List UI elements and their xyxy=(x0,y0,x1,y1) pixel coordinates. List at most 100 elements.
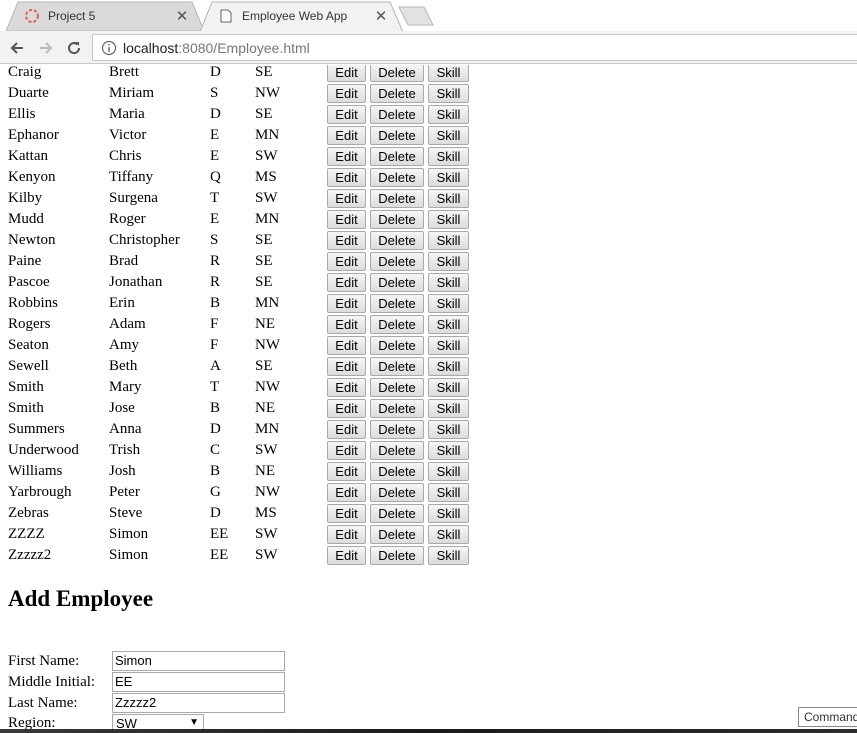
edit-button[interactable]: Edit xyxy=(327,483,366,502)
first-name-cell: Peter xyxy=(109,484,140,500)
skill-button[interactable]: Skill xyxy=(428,84,469,103)
last-name-cell: Yarbrough xyxy=(8,484,72,500)
skill-button[interactable]: Skill xyxy=(428,189,469,208)
edit-button[interactable]: Edit xyxy=(327,525,366,544)
skill-button[interactable]: Skill xyxy=(428,441,469,460)
edit-button[interactable]: Edit xyxy=(327,399,366,418)
delete-button[interactable]: Delete xyxy=(370,273,424,292)
last-name-field[interactable]: Zzzzz2 xyxy=(112,693,285,713)
edit-button[interactable]: Edit xyxy=(327,252,366,271)
edit-button[interactable]: Edit xyxy=(327,168,366,187)
reload-icon[interactable] xyxy=(63,37,85,59)
edit-button[interactable]: Edit xyxy=(327,357,366,376)
skill-button[interactable]: Skill xyxy=(428,525,469,544)
skill-button[interactable]: Skill xyxy=(428,168,469,187)
tab-close-icon[interactable]: ✕ xyxy=(371,7,391,25)
middle-initial-field[interactable]: EE xyxy=(112,672,285,692)
skill-button[interactable]: Skill xyxy=(428,504,469,523)
edit-button[interactable]: Edit xyxy=(327,210,366,229)
delete-button[interactable]: Delete xyxy=(370,504,424,523)
skill-button[interactable]: Skill xyxy=(428,357,469,376)
skill-button[interactable]: Skill xyxy=(428,378,469,397)
delete-button[interactable]: Delete xyxy=(370,168,424,187)
address-bar[interactable]: localhost:8080/Employee.html xyxy=(92,34,857,61)
table-row: Rogers Adam F NE Edit Delete Skill xyxy=(0,314,500,335)
edit-button[interactable]: Edit xyxy=(327,65,366,82)
delete-button[interactable]: Delete xyxy=(370,231,424,250)
tab-strip: Project 5 ✕ Employee Web App ✕ xyxy=(0,0,857,32)
skill-button[interactable]: Skill xyxy=(428,483,469,502)
edit-button[interactable]: Edit xyxy=(327,294,366,313)
skill-button[interactable]: Skill xyxy=(428,420,469,439)
edit-button[interactable]: Edit xyxy=(327,273,366,292)
edit-button[interactable]: Edit xyxy=(327,420,366,439)
delete-button[interactable]: Delete xyxy=(370,189,424,208)
delete-button[interactable]: Delete xyxy=(370,294,424,313)
delete-button[interactable]: Delete xyxy=(370,84,424,103)
first-name-field[interactable]: Simon xyxy=(112,651,285,671)
edit-button[interactable]: Edit xyxy=(327,336,366,355)
edit-button[interactable]: Edit xyxy=(327,546,366,565)
new-tab-button[interactable] xyxy=(398,6,434,26)
edit-button[interactable]: Edit xyxy=(327,441,366,460)
tab-project-5[interactable]: Project 5 ✕ xyxy=(6,1,206,31)
skill-button[interactable]: Skill xyxy=(428,462,469,481)
edit-button[interactable]: Edit xyxy=(327,147,366,166)
region-cell: MS xyxy=(255,169,277,185)
delete-button[interactable]: Delete xyxy=(370,546,424,565)
delete-button[interactable]: Delete xyxy=(370,315,424,334)
skill-button[interactable]: Skill xyxy=(428,65,469,82)
edit-button[interactable]: Edit xyxy=(327,189,366,208)
skill-button[interactable]: Skill xyxy=(428,210,469,229)
delete-button[interactable]: Delete xyxy=(370,336,424,355)
edit-button[interactable]: Edit xyxy=(327,462,366,481)
skill-button[interactable]: Skill xyxy=(428,399,469,418)
first-name-cell: Trish xyxy=(109,442,141,458)
delete-button[interactable]: Delete xyxy=(370,462,424,481)
back-arrow-icon[interactable] xyxy=(6,37,28,59)
delete-button[interactable]: Delete xyxy=(370,378,424,397)
edit-button[interactable]: Edit xyxy=(327,315,366,334)
skill-button[interactable]: Skill xyxy=(428,546,469,565)
skill-button[interactable]: Skill xyxy=(428,294,469,313)
delete-button[interactable]: Delete xyxy=(370,210,424,229)
first-name-cell: Simon xyxy=(109,547,149,563)
edit-button[interactable]: Edit xyxy=(327,231,366,250)
info-icon[interactable] xyxy=(101,40,117,56)
skill-button[interactable]: Skill xyxy=(428,315,469,334)
delete-button[interactable]: Delete xyxy=(370,420,424,439)
tab-employee-web-app[interactable]: Employee Web App ✕ xyxy=(200,1,405,32)
middle-initial-cell: D xyxy=(210,106,221,122)
skill-button[interactable]: Skill xyxy=(428,147,469,166)
edit-button[interactable]: Edit xyxy=(327,84,366,103)
skill-button[interactable]: Skill xyxy=(428,105,469,124)
delete-button[interactable]: Delete xyxy=(370,357,424,376)
edit-button[interactable]: Edit xyxy=(327,105,366,124)
last-name-cell: Ephanor xyxy=(8,127,59,143)
delete-button[interactable]: Delete xyxy=(370,147,424,166)
last-name-cell: Underwood xyxy=(8,442,79,458)
skill-button[interactable]: Skill xyxy=(428,273,469,292)
skill-button[interactable]: Skill xyxy=(428,126,469,145)
last-name-cell: Mudd xyxy=(8,211,44,227)
skill-button[interactable]: Skill xyxy=(428,252,469,271)
first-name-cell: Adam xyxy=(109,316,146,332)
skill-button[interactable]: Skill xyxy=(428,336,469,355)
delete-button[interactable]: Delete xyxy=(370,252,424,271)
delete-button[interactable]: Delete xyxy=(370,126,424,145)
delete-button[interactable]: Delete xyxy=(370,399,424,418)
delete-button[interactable]: Delete xyxy=(370,65,424,82)
tab-close-icon[interactable]: ✕ xyxy=(172,7,192,25)
middle-initial-cell: S xyxy=(210,85,219,101)
edit-button[interactable]: Edit xyxy=(327,378,366,397)
table-row: Kenyon Tiffany Q MS Edit Delete Skill xyxy=(0,167,500,188)
edit-button[interactable]: Edit xyxy=(327,504,366,523)
delete-button[interactable]: Delete xyxy=(370,525,424,544)
edit-button[interactable]: Edit xyxy=(327,126,366,145)
delete-button[interactable]: Delete xyxy=(370,483,424,502)
forward-arrow-icon[interactable] xyxy=(35,37,57,59)
skill-button[interactable]: Skill xyxy=(428,231,469,250)
delete-button[interactable]: Delete xyxy=(370,105,424,124)
table-row: Williams Josh B NE Edit Delete Skill xyxy=(0,461,500,482)
delete-button[interactable]: Delete xyxy=(370,441,424,460)
